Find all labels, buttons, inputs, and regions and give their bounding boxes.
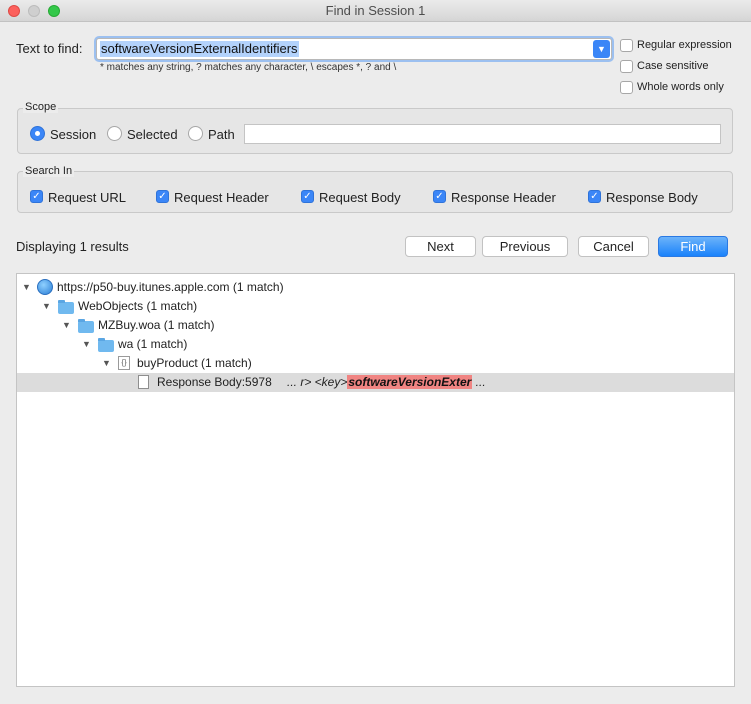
response-header-checkbox[interactable]: ✓ bbox=[433, 190, 446, 203]
tree-wa-label: wa (1 match) bbox=[118, 337, 188, 351]
tree-row-wa[interactable]: ▼ wa (1 match) bbox=[17, 335, 734, 354]
minimize-window-button[interactable] bbox=[28, 5, 40, 17]
tree-host-label: https://p50-buy.itunes.apple.com (1 matc… bbox=[57, 280, 284, 294]
window-title: Find in Session 1 bbox=[325, 3, 426, 18]
tree-buyproduct-label: buyProduct (1 match) bbox=[137, 356, 252, 370]
scope-path-label: Path bbox=[208, 127, 235, 142]
case-sensitive-label: Case sensitive bbox=[637, 60, 709, 72]
scope-title: Scope bbox=[23, 101, 59, 113]
regular-expression-label: Regular expression bbox=[637, 39, 732, 51]
tree-row-webobjects[interactable]: ▼ WebObjects (1 match) bbox=[17, 297, 734, 316]
snippet-prefix: ... r> <key> bbox=[287, 375, 348, 389]
tree-row-mzbuy[interactable]: ▼ MZBuy.woa (1 match) bbox=[17, 316, 734, 335]
scope-selected-radio[interactable] bbox=[107, 126, 122, 141]
folder-icon bbox=[98, 338, 114, 352]
find-in-session-window: Find in Session 1 Text to find: software… bbox=[0, 0, 751, 704]
text-to-find-input[interactable]: softwareVersionExternalIdentifiers ▼ bbox=[96, 38, 612, 60]
text-to-find-label: Text to find: bbox=[16, 41, 83, 56]
previous-button[interactable]: Previous bbox=[482, 236, 568, 257]
tree-row-host[interactable]: ▼ https://p50-buy.itunes.apple.com (1 ma… bbox=[17, 278, 734, 297]
disclosure-triangle-icon[interactable]: ▼ bbox=[62, 316, 71, 335]
request-header-label: Request Header bbox=[174, 190, 269, 205]
globe-icon bbox=[37, 279, 53, 295]
title-bar: Find in Session 1 bbox=[0, 0, 751, 22]
scope-session-radio[interactable] bbox=[30, 126, 45, 141]
result-snippet: ... r> <key>softwareVersionExter ... bbox=[287, 373, 486, 392]
tree-webobjects-label: WebObjects (1 match) bbox=[78, 299, 198, 313]
disclosure-triangle-icon[interactable]: ▼ bbox=[102, 354, 111, 373]
regular-expression-checkbox[interactable] bbox=[620, 39, 633, 52]
scope-path-input[interactable] bbox=[244, 124, 721, 144]
code-file-icon: {} bbox=[118, 356, 130, 370]
response-body-label: Response Body bbox=[606, 190, 698, 205]
folder-icon bbox=[58, 300, 74, 314]
folder-icon bbox=[78, 319, 94, 333]
document-icon bbox=[138, 375, 149, 389]
tree-mzbuy-label: MZBuy.woa (1 match) bbox=[98, 318, 215, 332]
disclosure-triangle-icon[interactable]: ▼ bbox=[82, 335, 91, 354]
disclosure-triangle-icon[interactable]: ▼ bbox=[22, 278, 31, 297]
scope-selected-label: Selected bbox=[127, 127, 178, 142]
request-url-label: Request URL bbox=[48, 190, 127, 205]
search-in-title: Search In bbox=[23, 165, 75, 177]
result-location-label: Response Body:5978 bbox=[157, 375, 272, 389]
whole-words-label: Whole words only bbox=[637, 81, 724, 93]
cancel-button[interactable]: Cancel bbox=[578, 236, 649, 257]
snippet-match: softwareVersionExter bbox=[347, 375, 473, 389]
snippet-suffix: ... bbox=[472, 375, 486, 389]
request-body-label: Request Body bbox=[319, 190, 401, 205]
text-to-find-value: softwareVersionExternalIdentifiers bbox=[100, 41, 299, 57]
next-button[interactable]: Next bbox=[405, 236, 476, 257]
scope-path-radio[interactable] bbox=[188, 126, 203, 141]
chevron-down-icon[interactable]: ▼ bbox=[593, 40, 610, 58]
scope-session-label: Session bbox=[50, 127, 97, 142]
tree-row-buyproduct[interactable]: ▼ {} buyProduct (1 match) bbox=[17, 354, 734, 373]
response-header-label: Response Header bbox=[451, 190, 556, 205]
wildcard-hint: * matches any string, ? matches any char… bbox=[100, 62, 397, 73]
disclosure-triangle-icon[interactable]: ▼ bbox=[42, 297, 51, 316]
results-status: Displaying 1 results bbox=[16, 239, 129, 254]
results-tree[interactable]: ▼ https://p50-buy.itunes.apple.com (1 ma… bbox=[16, 273, 735, 687]
request-url-checkbox[interactable]: ✓ bbox=[30, 190, 43, 203]
response-body-checkbox[interactable]: ✓ bbox=[588, 190, 601, 203]
request-header-checkbox[interactable]: ✓ bbox=[156, 190, 169, 203]
zoom-window-button[interactable] bbox=[48, 5, 60, 17]
whole-words-checkbox[interactable] bbox=[620, 81, 633, 94]
close-window-button[interactable] bbox=[8, 5, 20, 17]
case-sensitive-checkbox[interactable] bbox=[620, 60, 633, 73]
request-body-checkbox[interactable]: ✓ bbox=[301, 190, 314, 203]
find-button[interactable]: Find bbox=[658, 236, 728, 257]
tree-row-result[interactable]: Response Body:5978 ... r> <key>softwareV… bbox=[17, 373, 734, 392]
